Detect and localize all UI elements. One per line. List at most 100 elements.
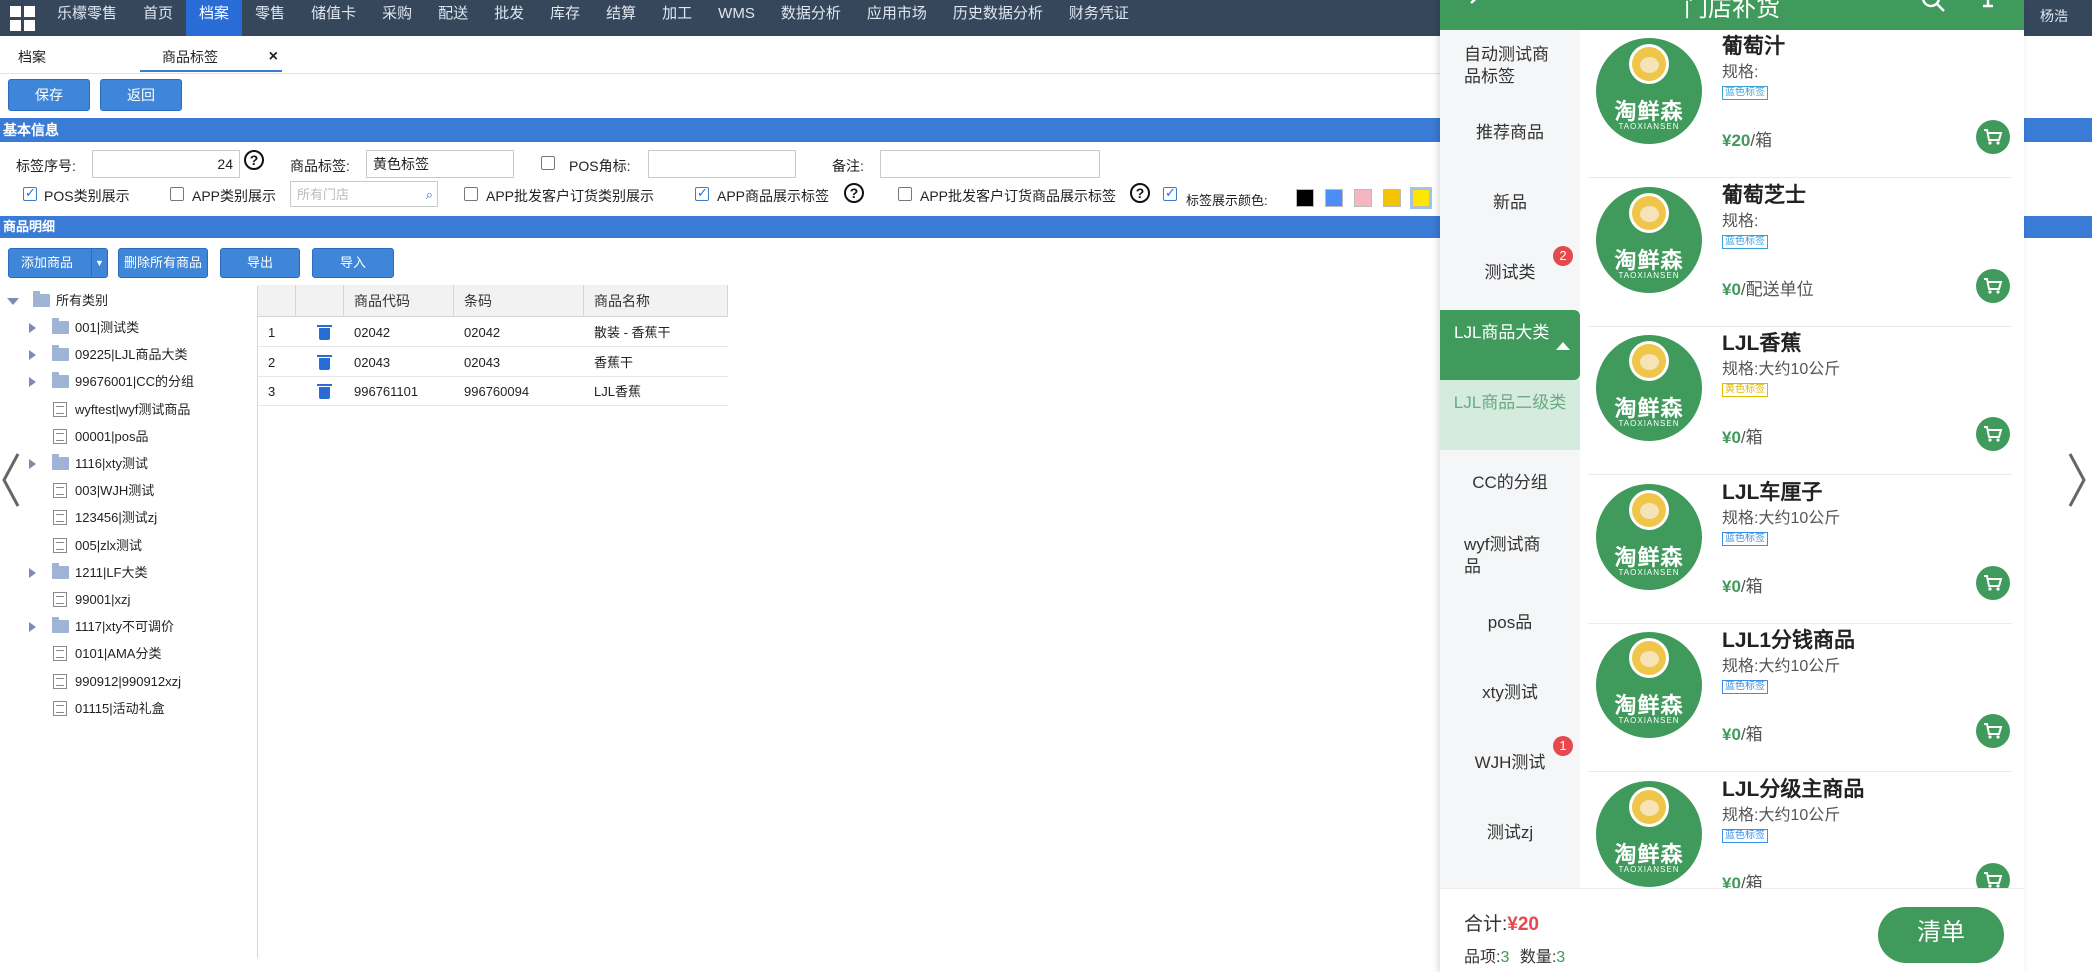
color-swatch[interactable] — [1296, 189, 1314, 207]
tree-item[interactable]: 09225|LJL商品大类 — [0, 343, 250, 367]
save-button[interactable]: 保存 — [8, 79, 90, 111]
tree-item[interactable]: 123456|测试zj — [0, 506, 250, 530]
category-item[interactable]: LJL商品二级类 — [1440, 380, 1580, 450]
cart-icon[interactable] — [1976, 565, 2010, 600]
nav-item[interactable]: 加工 — [649, 0, 705, 36]
col-name[interactable]: 商品名称 — [584, 285, 728, 317]
product-card[interactable]: 淘鲜森 TAOXIANSEN LJL香蕉 规格:大约10公斤 黄色标签 ¥0/箱 — [1580, 327, 2024, 476]
nav-item[interactable]: 档案 — [186, 0, 243, 36]
nav-item[interactable]: 批发 — [481, 0, 537, 36]
tree-item[interactable]: 001|测试类 — [0, 316, 250, 340]
category-item[interactable]: xty测试 — [1440, 682, 1580, 704]
app-category-checkbox[interactable] — [170, 187, 184, 201]
pos-corner-checkbox[interactable] — [541, 156, 555, 170]
category-item[interactable]: pos品 — [1440, 612, 1580, 634]
category-item[interactable]: wyf测试商品 — [1440, 534, 1580, 578]
nav-item[interactable]: 库存 — [537, 0, 593, 36]
nav-item[interactable]: 应用市场 — [854, 0, 940, 36]
expand-icon[interactable] — [29, 377, 36, 388]
col-code[interactable]: 商品代码 — [344, 285, 454, 317]
nav-item[interactable]: WMS — [705, 0, 768, 36]
product-card[interactable]: 淘鲜森 TAOXIANSEN 葡萄汁 规格: 蓝色标签 ¥20/箱 — [1580, 30, 2024, 178]
cart-icon[interactable] — [1976, 120, 2010, 154]
category-item[interactable]: 自动测试商品标签 — [1440, 44, 1580, 88]
color-swatch[interactable] — [1383, 189, 1401, 207]
tree-item[interactable]: 1211|LF大类 — [0, 561, 250, 585]
app-wholesale-tag-checkbox[interactable] — [898, 187, 912, 201]
col-barcode[interactable]: 条码 — [454, 285, 584, 317]
cart-icon[interactable] — [1976, 714, 2010, 749]
nav-item[interactable]: 历史数据分析 — [940, 0, 1056, 36]
pos-category-checkbox[interactable] — [23, 185, 37, 201]
tree-item[interactable]: 1117|xty不可调价 — [0, 615, 250, 639]
user-name[interactable]: 杨浩 — [2040, 6, 2068, 26]
nav-item[interactable]: 首页 — [130, 0, 186, 36]
nav-item[interactable]: 数据分析 — [768, 0, 854, 36]
search-icon[interactable] — [1920, 0, 1946, 17]
category-item[interactable]: CC的分组 — [1440, 472, 1580, 494]
trash-icon[interactable] — [317, 325, 332, 340]
table-row[interactable]: 2 02043 02043 香蕉干 — [258, 348, 728, 377]
add-product-button[interactable]: 添加商品 ▼ — [8, 248, 108, 278]
tab-product-tag[interactable]: 商品标签 × — [140, 42, 282, 72]
table-row[interactable]: 3 996761101 996760094 LJL香蕉 — [258, 377, 728, 406]
share-icon[interactable] — [1980, 0, 1996, 17]
nav-item[interactable]: 零售 — [242, 0, 298, 36]
product-card[interactable]: 淘鲜森 TAOXIANSEN LJL1分钱商品 规格:大约10公斤 蓝色标签 ¥0/箱 — [1580, 624, 2024, 773]
chevron-right-icon[interactable] — [2066, 450, 2088, 510]
color-swatch[interactable] — [1410, 187, 1432, 209]
table-row[interactable]: 1 02042 02042 散装 - 香蕉干 — [258, 318, 728, 347]
tree-item[interactable]: 01115|活动礼盒 — [0, 697, 250, 721]
tag-color-checkbox[interactable] — [1163, 185, 1177, 201]
nav-item[interactable]: 乐檬零售 — [44, 0, 130, 36]
expand-icon[interactable] — [7, 298, 19, 305]
color-swatch[interactable] — [1354, 189, 1372, 207]
category-item[interactable]: 测试zj — [1440, 822, 1580, 844]
tree-item[interactable]: 005|zlx测试 — [0, 534, 250, 558]
color-swatch[interactable] — [1325, 189, 1343, 207]
app-product-tag-checkbox[interactable] — [695, 185, 709, 201]
back-button[interactable]: 返回 — [100, 79, 182, 111]
seq-input[interactable]: 24 — [92, 150, 240, 178]
product-card[interactable]: 淘鲜森 TAOXIANSEN 葡萄芝士 规格: 蓝色标签 ¥0/配送单位 — [1580, 179, 2024, 327]
expand-icon[interactable] — [29, 567, 36, 578]
tree-item[interactable]: 99676001|CC的分组 — [0, 370, 250, 394]
tag-input[interactable]: 黄色标签 — [366, 150, 514, 178]
cart-list-button[interactable]: 清单 — [1878, 907, 2004, 963]
tree-item[interactable]: wyftest|wyf测试商品 — [0, 398, 250, 422]
expand-icon[interactable] — [29, 350, 36, 361]
nav-item[interactable]: 储值卡 — [298, 0, 369, 36]
help-icon[interactable]: ? — [844, 183, 864, 203]
close-icon[interactable]: × — [269, 42, 278, 72]
chevron-left-icon[interactable] — [0, 450, 22, 510]
expand-icon[interactable] — [29, 459, 36, 469]
pos-corner-input[interactable] — [648, 150, 796, 178]
chevron-down-icon[interactable]: ▼ — [91, 249, 107, 277]
tree-item[interactable]: 00001|pos品 — [0, 425, 250, 449]
app-wholesale-category-checkbox[interactable] — [464, 187, 478, 201]
help-icon[interactable]: ? — [244, 150, 264, 170]
category-item[interactable]: 推荐商品 — [1440, 122, 1580, 144]
tab-archive[interactable]: 档案 — [18, 42, 46, 72]
expand-icon[interactable] — [29, 323, 36, 333]
product-card[interactable]: 淘鲜森 TAOXIANSEN LJL车厘子 规格:大约10公斤 蓝色标签 ¥0/箱 — [1580, 476, 2024, 624]
tree-item[interactable]: 99001|xzj — [0, 588, 250, 612]
nav-item[interactable]: 采购 — [369, 0, 425, 36]
tree-item[interactable]: 003|WJH测试 — [0, 479, 250, 503]
tree-item[interactable]: 0101|AMA分类 — [0, 642, 250, 666]
trash-icon[interactable] — [317, 354, 332, 370]
nav-item[interactable]: 配送 — [425, 0, 481, 36]
remark-input[interactable] — [880, 150, 1100, 178]
app-grid-icon[interactable] — [0, 0, 44, 36]
cart-icon[interactable] — [1976, 268, 2010, 303]
tree-item[interactable]: 990912|990912xzj — [0, 670, 250, 694]
expand-icon[interactable] — [29, 622, 36, 633]
category-item[interactable]: LJL商品大类 — [1440, 310, 1580, 380]
export-button[interactable]: 导出 — [220, 248, 300, 278]
cart-icon[interactable] — [1976, 417, 2010, 452]
help-icon[interactable]: ? — [1130, 183, 1150, 203]
import-button[interactable]: 导入 — [312, 248, 394, 278]
store-select[interactable]: 所有门店 ⌕ — [290, 181, 438, 207]
category-item[interactable]: 新品 — [1440, 192, 1580, 214]
tree-item[interactable]: 1116|xty测试 — [0, 452, 250, 476]
